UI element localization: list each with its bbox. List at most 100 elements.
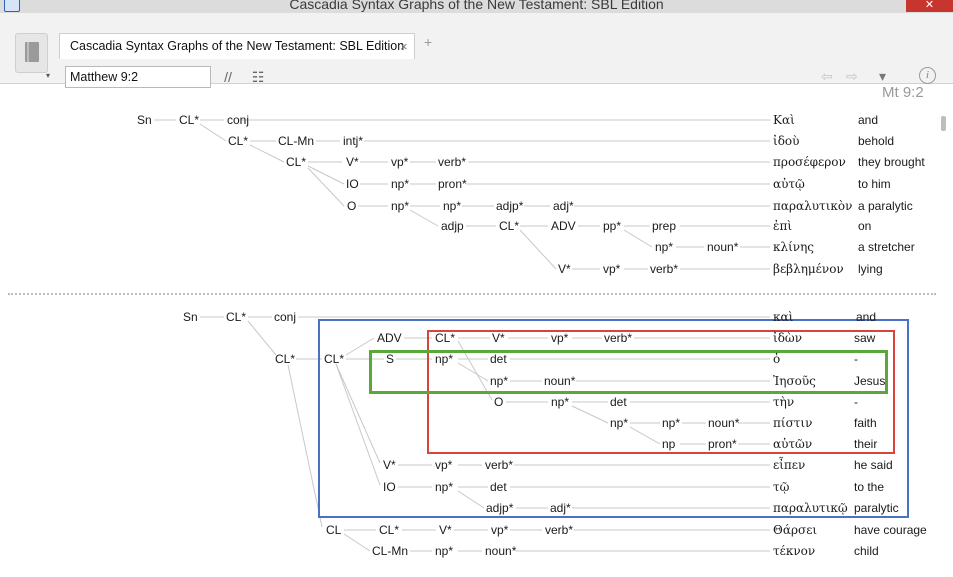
graph-node[interactable]: pron* [708, 437, 737, 451]
english-gloss: child [854, 544, 879, 558]
history-dropdown-icon[interactable]: ▾ [879, 68, 886, 85]
graph-node[interactable]: V* [492, 331, 505, 345]
graph-node[interactable]: V* [346, 155, 359, 169]
greek-word[interactable]: τῷ [773, 480, 789, 494]
greek-word[interactable]: ἰδοὺ [773, 134, 799, 148]
graph-node[interactable]: CL-Mn [372, 544, 408, 558]
graph-node[interactable]: verb* [438, 155, 466, 169]
graph-node[interactable]: noun* [707, 240, 738, 254]
graph-node[interactable]: ADV [377, 331, 402, 345]
graph-node[interactable]: intj* [343, 134, 363, 148]
graph-node[interactable]: vp* [491, 523, 508, 537]
graph-node[interactable]: verb* [650, 262, 678, 276]
graph-node[interactable]: O [347, 199, 356, 213]
graph-node[interactable]: det [490, 352, 507, 366]
greek-word[interactable]: Ἰησοῦς [773, 374, 816, 388]
tab-cascadia[interactable]: Cascadia Syntax Graphs of the New Testam… [59, 33, 415, 59]
graph-node[interactable]: adjp [441, 219, 464, 233]
greek-word[interactable]: αὐτῷ [773, 177, 805, 191]
graph-node[interactable]: V* [558, 262, 571, 276]
close-window-button[interactable]: ✕ [906, 0, 953, 12]
graph-node[interactable]: noun* [485, 544, 516, 558]
graph-node[interactable]: CL* [324, 352, 344, 366]
graph-node[interactable]: CL* [228, 134, 248, 148]
graph-node[interactable]: conj [274, 310, 296, 324]
graph-node[interactable]: adj* [550, 501, 571, 515]
greek-word[interactable]: προσέφερον [773, 155, 846, 169]
graph-node[interactable]: pron* [438, 177, 467, 191]
library-menu-chevron-icon[interactable]: ▾ [46, 71, 50, 80]
graph-node[interactable]: np [662, 437, 675, 451]
graph-node[interactable]: vp* [435, 458, 452, 472]
graph-node[interactable]: pp* [603, 219, 621, 233]
greek-word[interactable]: ὁ [773, 352, 780, 366]
graph-node[interactable]: CL [326, 523, 341, 537]
graph-node[interactable]: vp* [391, 155, 408, 169]
graph-node[interactable]: np* [662, 416, 680, 430]
graph-node[interactable]: IO [346, 177, 359, 191]
graph-node[interactable]: CL* [286, 155, 306, 169]
graph-node[interactable]: det [490, 480, 507, 494]
graph-node[interactable]: S [386, 352, 394, 366]
graph-node[interactable]: CL* [179, 113, 199, 127]
graph-node[interactable]: det [610, 395, 627, 409]
graph-node[interactable]: V* [383, 458, 396, 472]
graph-node[interactable]: np* [435, 480, 453, 494]
graph-node[interactable]: np* [551, 395, 569, 409]
graph-node[interactable]: CL* [379, 523, 399, 537]
graph-node[interactable]: noun* [708, 416, 739, 430]
graph-node[interactable]: CL* [435, 331, 455, 345]
add-tab-icon[interactable]: + [424, 34, 432, 50]
greek-word[interactable]: ἰδὼν [773, 331, 802, 345]
graph-node[interactable]: np* [391, 199, 409, 213]
graph-node[interactable]: np* [443, 199, 461, 213]
graph-node[interactable]: V* [439, 523, 452, 537]
greek-word[interactable]: αὐτῶν [773, 437, 812, 451]
graph-node[interactable]: np* [610, 416, 628, 430]
library-book-button[interactable] [15, 33, 48, 73]
graph-node[interactable]: conj [227, 113, 249, 127]
graph-node[interactable]: IO [383, 480, 396, 494]
greek-word[interactable]: εἶπεν [773, 458, 805, 472]
graph-node[interactable]: np* [655, 240, 673, 254]
graph-node[interactable]: verb* [485, 458, 513, 472]
graph-node[interactable]: np* [490, 374, 508, 388]
graph-node[interactable]: CL* [275, 352, 295, 366]
graph-node[interactable]: noun* [544, 374, 575, 388]
forward-arrow-icon[interactable]: ⇨ [846, 68, 858, 85]
graph-node[interactable]: adjp* [486, 501, 513, 515]
greek-word[interactable]: βεβλημένον [773, 262, 844, 276]
graph-node[interactable]: CL* [226, 310, 246, 324]
greek-word[interactable]: κλίνης [773, 240, 814, 254]
graph-node[interactable]: Sn [183, 310, 198, 324]
graph-node[interactable]: np* [435, 544, 453, 558]
greek-word[interactable]: ἐπὶ [773, 219, 792, 233]
graph-node[interactable]: CL* [499, 219, 519, 233]
greek-word[interactable]: τὴν [773, 395, 794, 409]
graph-node[interactable]: np* [391, 177, 409, 191]
greek-word[interactable]: τέκνον [773, 544, 815, 558]
graph-node[interactable]: ADV [551, 219, 576, 233]
info-icon[interactable]: i [919, 67, 936, 84]
graph-node[interactable]: CL-Mn [278, 134, 314, 148]
scrollbar-thumb[interactable] [941, 116, 946, 131]
greek-word[interactable]: παραλυτικῷ [773, 501, 848, 515]
vertical-scrollbar[interactable] [938, 84, 953, 577]
graph-node[interactable]: prep [652, 219, 676, 233]
graph-node[interactable]: vp* [603, 262, 620, 276]
graph-node[interactable]: verb* [545, 523, 573, 537]
graph-node[interactable]: np* [435, 352, 453, 366]
greek-word[interactable]: Καὶ [773, 113, 795, 127]
graph-node[interactable]: adjp* [496, 199, 523, 213]
tab-close-icon[interactable]: × [400, 39, 408, 54]
greek-word[interactable]: καὶ [773, 310, 793, 324]
greek-word[interactable]: παραλυτικὸν [773, 199, 852, 213]
graph-node[interactable]: Sn [137, 113, 152, 127]
graph-node[interactable]: vp* [551, 331, 568, 345]
graph-node[interactable]: verb* [604, 331, 632, 345]
graph-node[interactable]: O [494, 395, 503, 409]
greek-word[interactable]: πίστιν [773, 416, 812, 430]
graph-node[interactable]: adj* [553, 199, 574, 213]
back-arrow-icon[interactable]: ⇦ [821, 68, 833, 85]
greek-word[interactable]: Θάρσει [773, 523, 817, 537]
